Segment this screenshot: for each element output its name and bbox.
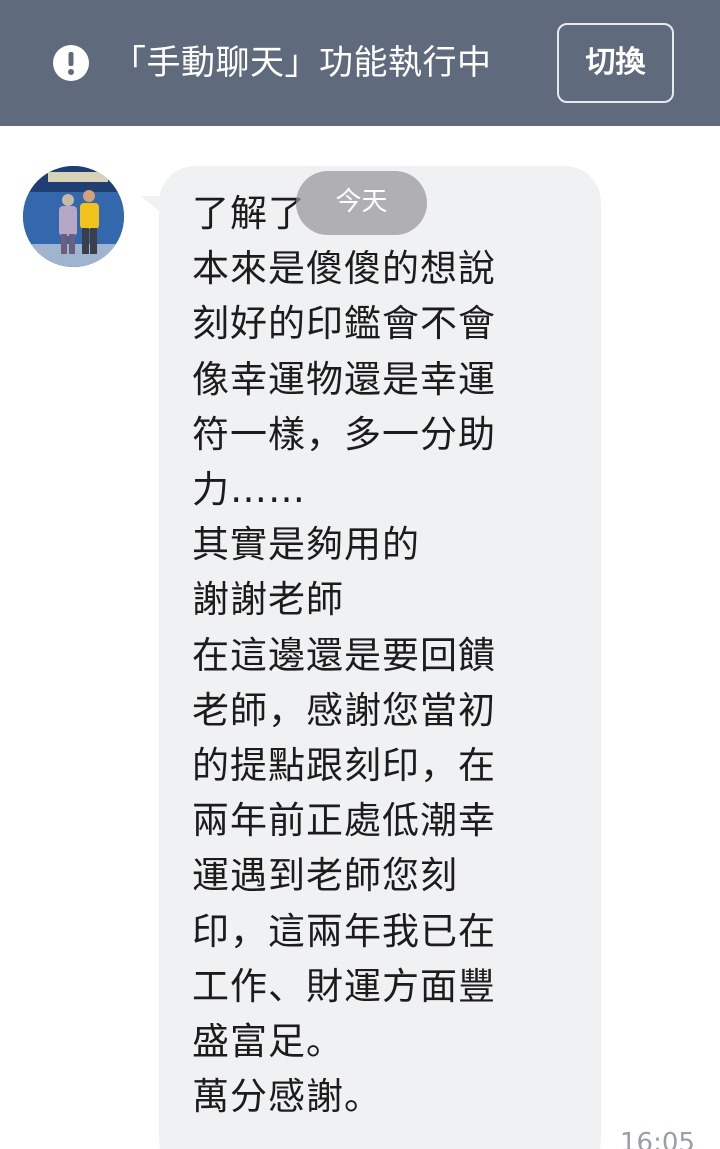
avatar[interactable] <box>23 166 124 267</box>
date-separator: 今天 <box>296 171 427 235</box>
message-line: 老師，感謝您當初 <box>192 688 496 732</box>
message-line: 力…… <box>192 468 306 512</box>
message-line: 的提點跟刻印，在 <box>192 744 496 788</box>
switch-button[interactable]: 切換 <box>557 23 674 103</box>
message-line: 像幸運物還是幸運 <box>192 357 496 401</box>
message-line: 刻好的印鑑會不會 <box>192 302 496 346</box>
message-line: 盛富足。 <box>192 1020 344 1064</box>
message-line: 萬分感謝。 <box>192 1075 382 1119</box>
banner-status-text: 「手動聊天」功能執行中 <box>112 43 492 83</box>
alert-circle-icon <box>53 45 89 81</box>
message-text: 了解了 本來是傻傻的想說 刻好的印鑑會不會 像幸運物還是幸運 符一樣，多一分助 力…… 其實… <box>192 186 552 1124</box>
message-line: 在這邊還是要回饋 <box>192 633 496 677</box>
message-timestamp: 16:05 <box>620 1128 695 1149</box>
message-line: 兩年前正處低潮幸 <box>192 799 496 843</box>
message-line: 符一樣，多一分助 <box>192 412 496 456</box>
message-line: 本來是傻傻的想說 <box>192 247 496 291</box>
avatar-photo <box>23 166 124 267</box>
message-line: 其實是夠用的 <box>192 523 420 567</box>
message-line: 謝謝老師 <box>192 578 344 622</box>
message-line: 工作、財運方面豐 <box>192 964 496 1008</box>
manual-chat-banner: 「手動聊天」功能執行中 切換 <box>0 0 720 126</box>
chat-screen: 「手動聊天」功能執行中 切換 了解了 本來是傻傻的想說 刻好的印鑑會不會 像幸運物還是… <box>0 0 720 1149</box>
message-line: 運遇到老師您刻 <box>192 854 458 898</box>
message-line: 印，這兩年我已在 <box>192 909 496 953</box>
